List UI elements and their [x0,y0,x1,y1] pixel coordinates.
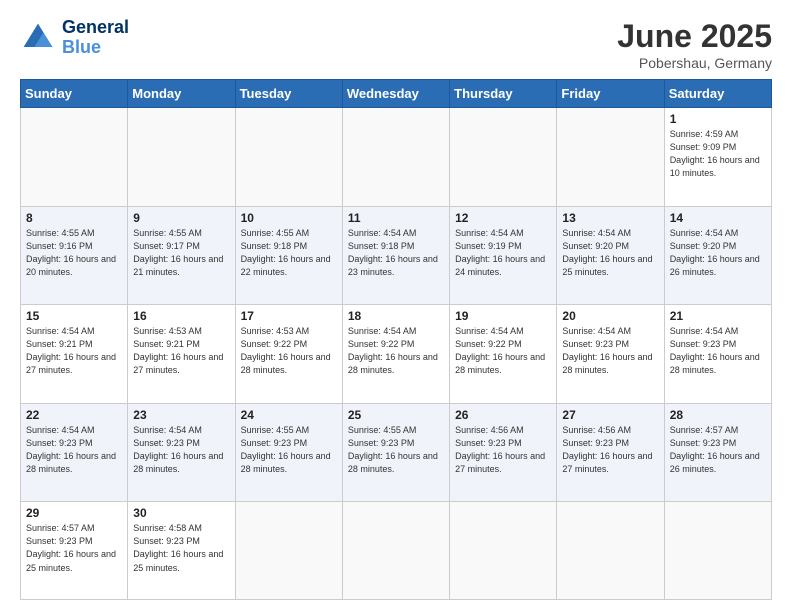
table-row: 29Sunrise: 4:57 AMSunset: 9:23 PMDayligh… [21,502,128,600]
table-row [235,502,342,600]
table-row: 25Sunrise: 4:55 AMSunset: 9:23 PMDayligh… [342,403,449,502]
table-row: 15Sunrise: 4:54 AMSunset: 9:21 PMDayligh… [21,305,128,404]
table-row: 11Sunrise: 4:54 AMSunset: 9:18 PMDayligh… [342,206,449,305]
col-header-sunday: Sunday [21,80,128,108]
table-row: 17Sunrise: 4:53 AMSunset: 9:22 PMDayligh… [235,305,342,404]
table-row: 12Sunrise: 4:54 AMSunset: 9:19 PMDayligh… [450,206,557,305]
table-row: 24Sunrise: 4:55 AMSunset: 9:23 PMDayligh… [235,403,342,502]
table-row: 10Sunrise: 4:55 AMSunset: 9:18 PMDayligh… [235,206,342,305]
table-row: 1Sunrise: 4:59 AMSunset: 9:09 PMDaylight… [664,108,771,207]
table-row: 16Sunrise: 4:53 AMSunset: 9:21 PMDayligh… [128,305,235,404]
table-row: 27Sunrise: 4:56 AMSunset: 9:23 PMDayligh… [557,403,664,502]
table-row: 8Sunrise: 4:55 AMSunset: 9:16 PMDaylight… [21,206,128,305]
table-row: 23Sunrise: 4:54 AMSunset: 9:23 PMDayligh… [128,403,235,502]
page-title: June 2025 [617,18,772,55]
table-row: 19Sunrise: 4:54 AMSunset: 9:22 PMDayligh… [450,305,557,404]
table-row: 26Sunrise: 4:56 AMSunset: 9:23 PMDayligh… [450,403,557,502]
calendar-table: Sunday Monday Tuesday Wednesday Thursday… [20,79,772,600]
table-row: 20Sunrise: 4:54 AMSunset: 9:23 PMDayligh… [557,305,664,404]
table-row: 13Sunrise: 4:54 AMSunset: 9:20 PMDayligh… [557,206,664,305]
table-row [557,502,664,600]
logo-line1: General [62,18,129,38]
header-right: June 2025 Pobershau, Germany [617,18,772,71]
col-header-wednesday: Wednesday [342,80,449,108]
table-row: 28Sunrise: 4:57 AMSunset: 9:23 PMDayligh… [664,403,771,502]
col-header-tuesday: Tuesday [235,80,342,108]
calendar-header-row: Sunday Monday Tuesday Wednesday Thursday… [21,80,772,108]
table-row [342,502,449,600]
table-row [450,502,557,600]
table-row: 9Sunrise: 4:55 AMSunset: 9:17 PMDaylight… [128,206,235,305]
col-header-monday: Monday [128,80,235,108]
table-row [557,108,664,207]
page-subtitle: Pobershau, Germany [617,55,772,71]
table-row: 22Sunrise: 4:54 AMSunset: 9:23 PMDayligh… [21,403,128,502]
top-section: General Blue June 2025 Pobershau, German… [20,18,772,71]
page: General Blue June 2025 Pobershau, German… [0,0,792,612]
table-row [128,108,235,207]
table-row: 14Sunrise: 4:54 AMSunset: 9:20 PMDayligh… [664,206,771,305]
table-row [450,108,557,207]
table-row [664,502,771,600]
table-row: 30Sunrise: 4:58 AMSunset: 9:23 PMDayligh… [128,502,235,600]
table-row: 18Sunrise: 4:54 AMSunset: 9:22 PMDayligh… [342,305,449,404]
col-header-friday: Friday [557,80,664,108]
logo-text: General Blue [62,18,129,58]
table-row [342,108,449,207]
logo: General Blue [20,18,129,58]
table-row [235,108,342,207]
table-row [21,108,128,207]
logo-line2: Blue [62,38,129,58]
col-header-saturday: Saturday [664,80,771,108]
table-row: 21Sunrise: 4:54 AMSunset: 9:23 PMDayligh… [664,305,771,404]
logo-icon [20,20,56,56]
col-header-thursday: Thursday [450,80,557,108]
